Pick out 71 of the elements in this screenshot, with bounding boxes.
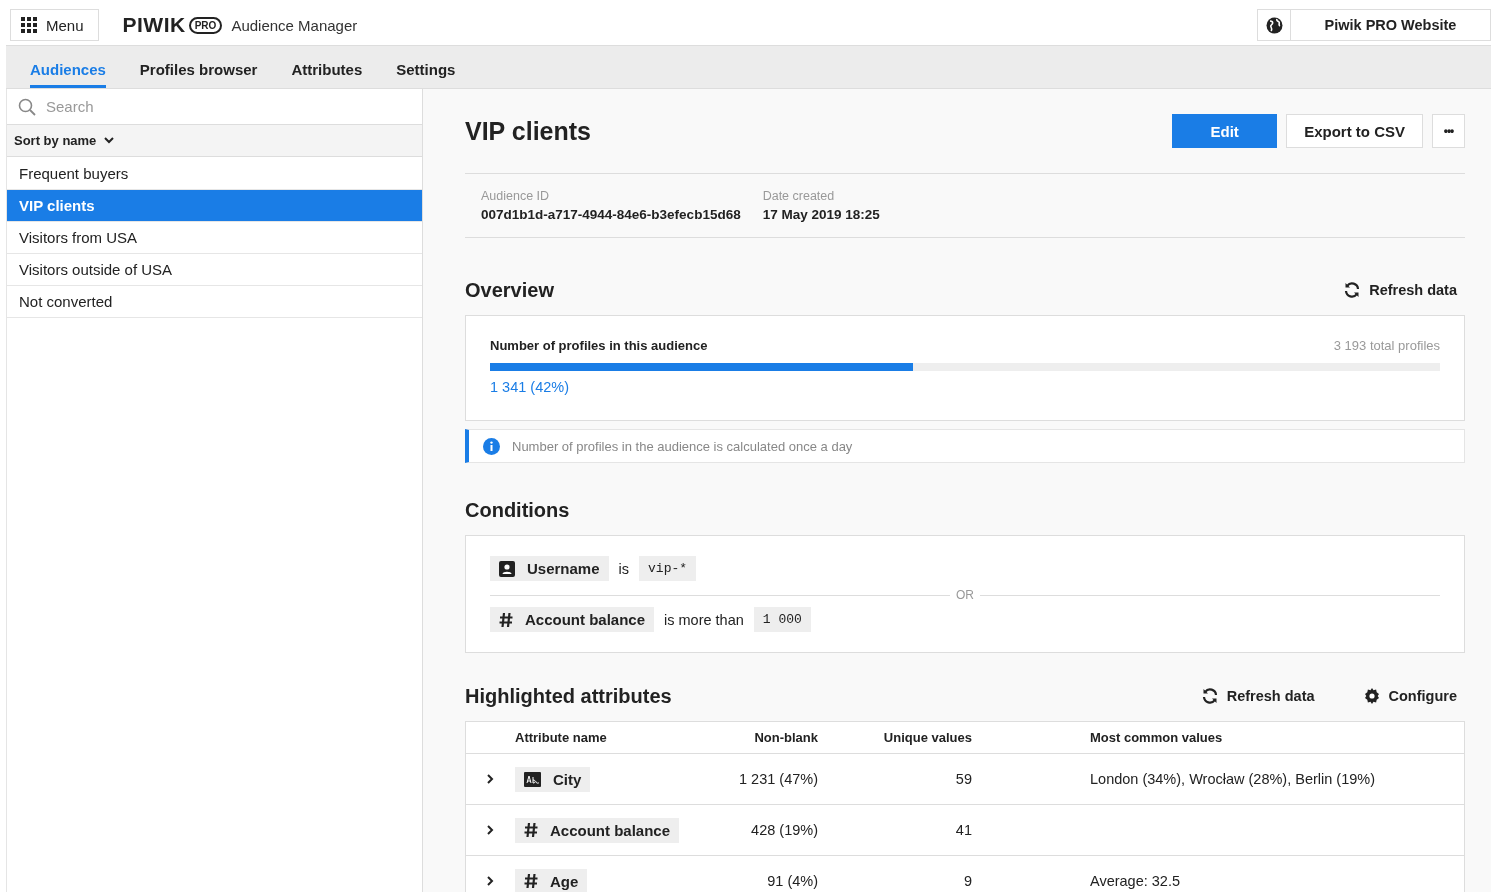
total-profiles: 3 193 total profiles — [1333, 338, 1440, 353]
section-title: Highlighted attributes — [465, 684, 673, 708]
table-cell: 9 — [963, 873, 972, 889]
settings-icon — [1362, 687, 1381, 705]
globe-button[interactable] — [1257, 9, 1291, 41]
value-chip: vip-* — [639, 556, 697, 581]
column-header: Unique values — [883, 730, 972, 745]
logo-badge: PRO — [188, 16, 223, 34]
table-cell: 428 (19%) — [751, 822, 818, 838]
nav-tab[interactable]: Attributes — [291, 46, 363, 88]
info-text: Number of profiles in the audience is calculated once a day — [512, 438, 853, 454]
globe-icon — [1265, 16, 1283, 34]
section-title: Conditions — [465, 498, 571, 522]
table-cell: 91 (4%) — [767, 873, 818, 889]
person-icon — [499, 560, 515, 577]
refresh-button[interactable]: Refresh data — [1192, 687, 1323, 705]
field-value: 17 May 2019 18:25 — [762, 207, 880, 222]
profile-count: 1 341 (42%) — [490, 379, 570, 395]
hash-icon — [499, 611, 513, 628]
operator-text: is — [618, 560, 630, 577]
configure-button[interactable]: Configure — [1354, 687, 1465, 705]
menu-button[interactable]: Menu — [10, 9, 99, 41]
attribute-chip: Account balance — [490, 607, 655, 632]
section-title: Overview — [465, 278, 555, 302]
website-selector[interactable]: Piwik PRO Website — [1291, 9, 1491, 41]
text-type-icon — [524, 771, 541, 787]
field-value: 007d1b1d-a717-4944-84e6-b3efecb15d68 — [481, 207, 741, 222]
more-button[interactable]: ••• — [1432, 114, 1465, 148]
hash-icon — [524, 822, 538, 838]
chevron-down-icon — [104, 137, 115, 144]
column-header: Non-blank — [754, 730, 818, 745]
nav-tab[interactable]: Settings — [396, 46, 456, 88]
table-cell: 41 — [955, 822, 972, 838]
metric-label: Number of profiles in this audience — [490, 338, 708, 353]
table-cell: Average: 32.5 — [1090, 873, 1181, 889]
sort-dropdown[interactable]: Sort by name — [7, 125, 422, 157]
hash-icon — [524, 873, 538, 889]
search-field[interactable]: Search — [44, 97, 422, 116]
refresh-icon — [1200, 687, 1219, 705]
chevron-right-icon — [487, 876, 494, 886]
expand-button[interactable] — [487, 774, 494, 784]
info-icon — [483, 437, 500, 455]
chevron-right-icon — [487, 825, 494, 835]
chevron-right-icon — [487, 774, 494, 784]
or-separator: OR — [956, 588, 974, 602]
attribute-chip: Account balance — [515, 817, 680, 843]
attribute-chip: Username — [490, 556, 609, 581]
column-header: Attribute name — [515, 730, 607, 745]
value-chip: 1 000 — [753, 607, 811, 632]
expand-button[interactable] — [487, 876, 494, 886]
operator-text: is more than — [664, 611, 744, 628]
audience-item[interactable]: VIP clients — [7, 190, 422, 222]
field-label: Audience ID — [481, 189, 551, 203]
app-name: Audience Manager — [231, 16, 358, 34]
field-label: Date created — [762, 189, 836, 203]
grid-icon — [21, 17, 37, 33]
logo-text: PIWIK — [122, 13, 186, 37]
refresh-icon — [1343, 281, 1362, 299]
table-cell: London (34%), Wrocław (28%), Berlin (19%) — [1090, 771, 1375, 787]
expand-button[interactable] — [487, 825, 494, 835]
search-icon — [18, 97, 36, 116]
export-button[interactable]: Export to CSV — [1286, 114, 1423, 148]
nav-tab[interactable]: Profiles browser — [139, 46, 258, 88]
table-cell: 1 231 (47%) — [739, 771, 818, 787]
refresh-button[interactable]: Refresh data — [1335, 281, 1465, 299]
attribute-chip: City — [515, 766, 591, 792]
column-header: Most common values — [1090, 730, 1223, 745]
table-cell: 59 — [955, 771, 972, 787]
attribute-chip: Age — [515, 868, 588, 892]
page-title: VIP clients — [465, 116, 592, 146]
edit-button[interactable]: Edit — [1172, 114, 1278, 148]
